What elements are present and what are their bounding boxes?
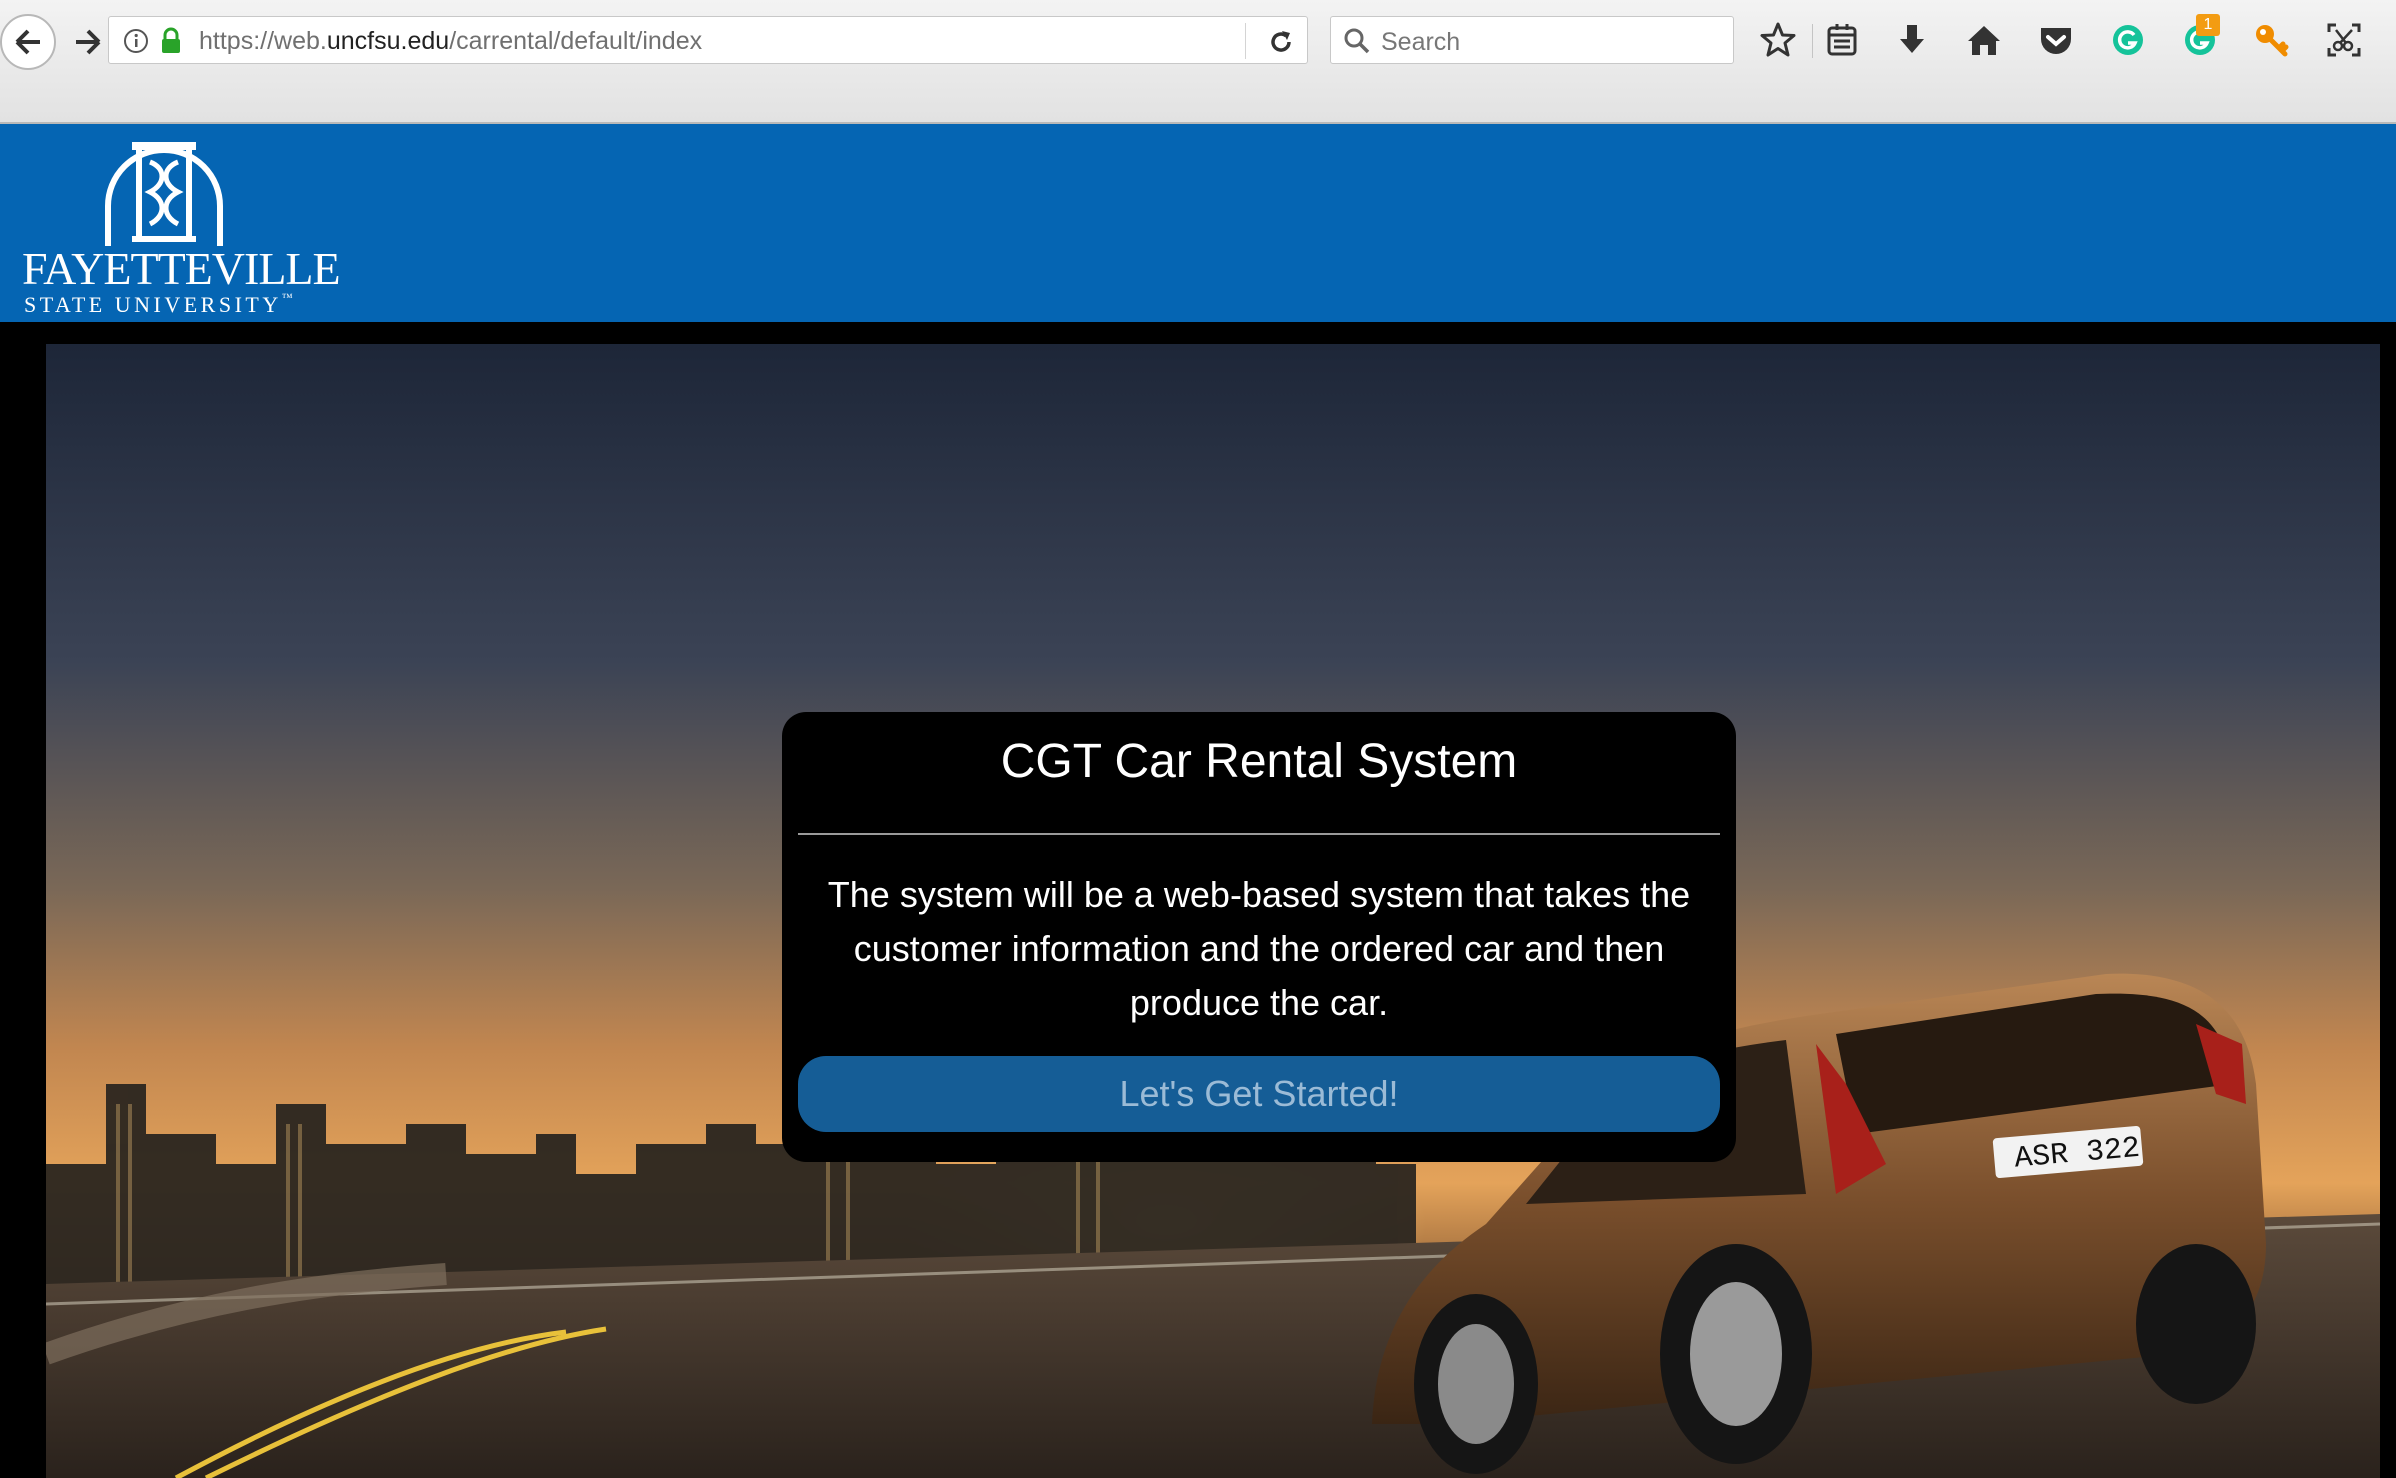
pocket-icon[interactable] [2036, 20, 2076, 60]
description-text: The system will be a web-based system th… [827, 874, 1691, 1023]
site-header: FAYETTEVILLE STATE UNIVERSITY™ [0, 124, 2396, 322]
logo-subtitle: STATE UNIVERSITY™ [24, 292, 297, 317]
back-icon [15, 29, 40, 55]
key-icon[interactable] [2252, 20, 2292, 60]
back-button[interactable] [0, 14, 56, 70]
hero-banner: ASR 322 CGT Car Rental System The system… [46, 344, 2380, 1478]
reading-list-icon[interactable] [1822, 20, 1862, 60]
extension-badge: 1 [2196, 14, 2220, 36]
url-text: https://web.uncfsu.edu/carrental/default… [199, 27, 703, 55]
lock-icon [162, 27, 180, 53]
home-icon[interactable] [1964, 20, 2004, 60]
search-bar[interactable]: Search [1330, 16, 1734, 64]
seal-icon [105, 142, 223, 246]
browser-toolbar: https://web.uncfsu.edu/carrental/default… [0, 0, 2396, 124]
star-icon[interactable] [1758, 20, 1798, 60]
page-title: CGT Car Rental System [1000, 735, 1518, 788]
intro-card: CGT Car Rental System The system will be… [782, 712, 1736, 1162]
screenshot-icon[interactable] [2324, 20, 2364, 60]
address-bar[interactable]: https://web.uncfsu.edu/carrental/default… [108, 16, 1308, 64]
reload-icon[interactable] [1267, 28, 1295, 56]
divider [798, 833, 1720, 835]
get-started-button[interactable]: Let's Get Started! [798, 1056, 1720, 1132]
logo-wordmark: FAYETTEVILLE [22, 243, 341, 294]
university-logo[interactable]: FAYETTEVILLE STATE UNIVERSITY™ [18, 138, 341, 317]
search-icon [1344, 28, 1370, 54]
grammarly-icon[interactable] [2108, 20, 2148, 60]
info-icon [124, 29, 148, 53]
download-icon[interactable] [1892, 20, 1932, 60]
forward-icon [76, 29, 101, 55]
search-placeholder: Search [1381, 28, 1461, 56]
